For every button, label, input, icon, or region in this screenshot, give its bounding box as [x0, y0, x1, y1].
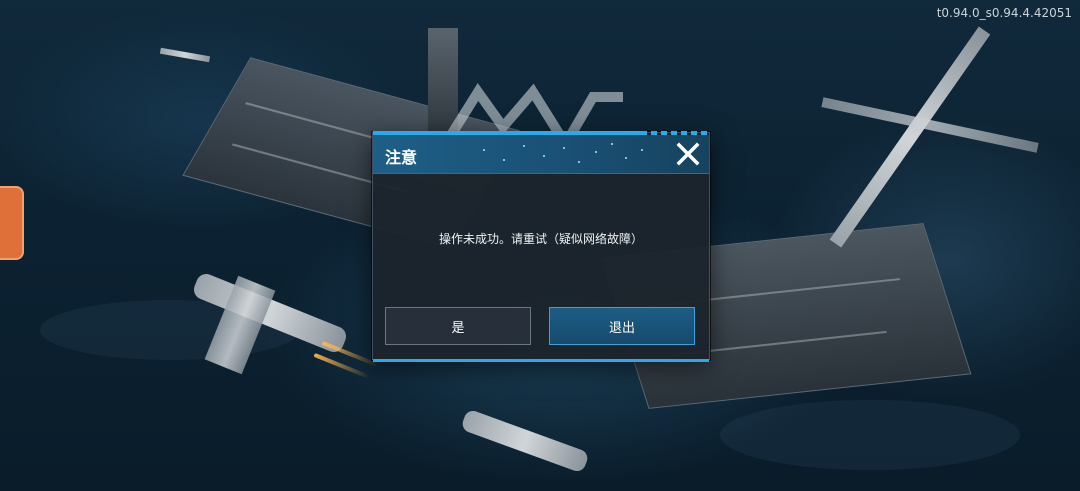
dialog-title: 注意: [385, 148, 418, 167]
dialog-header: 注意: [373, 135, 709, 173]
dialog-bottom-bar: [373, 359, 709, 362]
side-tab-button[interactable]: [0, 186, 24, 260]
exit-button[interactable]: 退出: [549, 307, 695, 345]
yes-button[interactable]: 是: [385, 307, 531, 345]
dialog-message: 操作未成功。请重试（疑似网络故障）: [438, 232, 643, 246]
close-icon[interactable]: [675, 141, 701, 167]
dialog-divider: [373, 173, 709, 174]
error-dialog: 注意 操作未成功。请重试（疑似网络故障） 是 退出: [372, 131, 710, 362]
water-highlight: [720, 400, 1020, 470]
version-label: t0.94.0_s0.94.4.42051: [936, 6, 1072, 20]
